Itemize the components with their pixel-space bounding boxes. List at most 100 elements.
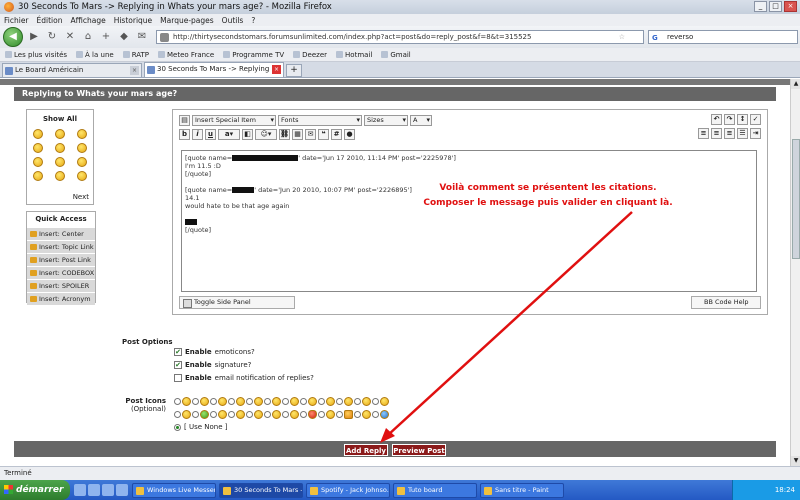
search-engine-icon[interactable]: G — [652, 32, 658, 44]
post-icon-option[interactable] — [228, 410, 246, 419]
menu-edition[interactable]: Édition — [37, 16, 63, 25]
quicklaunch-icon[interactable] — [102, 484, 114, 496]
list-icon[interactable]: ☰ — [737, 128, 748, 139]
post-icon-radio[interactable] — [228, 411, 235, 418]
tab-replying[interactable]: 30 Seconds To Mars -> Replying i... × — [144, 62, 284, 77]
align-right-icon[interactable]: ≡ — [724, 128, 735, 139]
bookmark-hotmail[interactable]: Hotmail — [336, 51, 372, 59]
post-icon-radio[interactable] — [336, 411, 343, 418]
special-item-select[interactable]: Insert Special Item — [192, 114, 276, 126]
post-icon-radio[interactable] — [174, 398, 181, 405]
maximize-button[interactable]: □ — [769, 1, 782, 12]
scroll-down-icon[interactable]: ▼ — [791, 456, 800, 466]
next-link[interactable]: Next — [73, 193, 89, 201]
search-bar[interactable]: G reverso — [648, 30, 798, 44]
tab-board-americain[interactable]: Le Board Américain × — [2, 63, 142, 77]
post-icon-option[interactable] — [192, 410, 210, 419]
post-icon-option[interactable] — [210, 410, 228, 419]
taskbar-item-firefox[interactable]: 30 Seconds To Mars -... — [219, 482, 303, 498]
post-icon-radio[interactable] — [192, 411, 199, 418]
post-icon-radio[interactable] — [336, 398, 343, 405]
post-icon-option[interactable] — [336, 397, 354, 406]
quicklaunch-icon[interactable] — [88, 484, 100, 496]
post-icon-radio[interactable] — [300, 411, 307, 418]
star-icon[interactable]: ☆ — [619, 31, 625, 43]
post-icon-option[interactable] — [174, 397, 192, 406]
message-textarea[interactable]: [quote name= ' date='Jun 17 2010, 11:14 P… — [181, 150, 757, 292]
scroll-thumb[interactable] — [792, 139, 800, 259]
editor-mode-icon[interactable]: ▤ — [179, 114, 190, 126]
enable-emoticons-option[interactable]: ✔ Enable emoticons? — [174, 347, 255, 357]
smiley-icon[interactable] — [77, 143, 87, 153]
align-center-icon[interactable]: ≡ — [711, 128, 722, 139]
bookmark-programme-tv[interactable]: Programme TV — [223, 51, 284, 59]
home-icon[interactable]: ⌂ — [81, 30, 95, 44]
post-icon-radio[interactable] — [174, 411, 181, 418]
code-icon[interactable]: # — [331, 128, 342, 140]
redo-icon[interactable]: ↷ — [724, 114, 735, 125]
link-icon[interactable]: ⛓ — [279, 128, 290, 140]
post-icon-option[interactable] — [192, 397, 210, 406]
smiley-icon[interactable] — [55, 129, 65, 139]
email-icon[interactable]: ✉ — [135, 30, 149, 44]
post-icon-radio[interactable] — [282, 411, 289, 418]
post-icon-radio[interactable] — [210, 398, 217, 405]
url-bar[interactable]: http://thirtysecondstomars.forumsunlimit… — [156, 30, 644, 44]
enable-signature-option[interactable]: ✔ Enable signature? — [174, 360, 251, 370]
post-icon-option[interactable] — [336, 410, 354, 419]
post-icon-option[interactable] — [264, 397, 282, 406]
start-button[interactable]: démarrer — [0, 480, 70, 500]
bold-button[interactable]: b — [179, 128, 190, 140]
post-icon-radio[interactable] — [318, 398, 325, 405]
post-icon-radio[interactable] — [318, 411, 325, 418]
menu-outils[interactable]: Outils — [222, 16, 244, 25]
post-icon-radio[interactable] — [246, 398, 253, 405]
post-icon-option[interactable] — [354, 410, 372, 419]
post-icon-option[interactable] — [246, 410, 264, 419]
menu-fichier[interactable]: Fichier — [4, 16, 29, 25]
quick-insert-acronym[interactable]: Insert: Acronym — [27, 292, 95, 305]
smiley-icon[interactable] — [33, 171, 43, 181]
forward-icon[interactable]: ▶ — [27, 30, 41, 44]
emoticons-checkbox[interactable]: ✔ — [174, 348, 182, 356]
post-icon-option[interactable] — [228, 397, 246, 406]
post-icon-radio[interactable] — [246, 411, 253, 418]
color-icon[interactable]: ◧ — [242, 128, 253, 140]
post-icon-radio[interactable] — [228, 398, 235, 405]
preview-post-button[interactable]: Preview Post — [392, 444, 446, 456]
italic-button[interactable]: i — [192, 128, 203, 140]
add-reply-button[interactable]: Add Reply — [344, 444, 388, 456]
scroll-up-icon[interactable]: ▲ — [791, 79, 800, 89]
sizes-select[interactable]: Sizes — [364, 114, 408, 126]
back-button[interactable]: ◀ — [3, 27, 23, 47]
show-all-link[interactable]: Show All — [27, 115, 93, 123]
toggle-side-panel-button[interactable]: Toggle Side Panel — [179, 296, 295, 309]
smiley-icon[interactable] — [33, 129, 43, 139]
taskbar-item-tuto-board[interactable]: Tuto board — [393, 482, 477, 498]
quick-insert-spoiler[interactable]: Insert: SPOILER — [27, 279, 95, 292]
signature-checkbox[interactable]: ✔ — [174, 361, 182, 369]
smiley-icon[interactable] — [77, 171, 87, 181]
new-tab-button[interactable]: + — [286, 64, 302, 77]
taskbar-item-paint[interactable]: Sans titre - Paint — [480, 482, 564, 498]
bookmark-gmail[interactable]: Gmail — [381, 51, 410, 59]
post-icon-option[interactable] — [174, 410, 192, 419]
post-icon-option[interactable] — [210, 397, 228, 406]
close-tab-icon[interactable]: × — [272, 65, 281, 74]
post-icon-option[interactable] — [372, 410, 390, 419]
post-icon-option[interactable] — [282, 397, 300, 406]
quick-insert-post-link[interactable]: Insert: Post Link — [27, 253, 95, 266]
smiley-icon[interactable] — [33, 143, 43, 153]
menu-historique[interactable]: Historique — [114, 16, 152, 25]
post-icon-radio[interactable] — [300, 398, 307, 405]
smiley-icon[interactable] — [77, 129, 87, 139]
menu-marque-pages[interactable]: Marque-pages — [160, 16, 214, 25]
bookmark-headlines[interactable]: À la une — [76, 51, 114, 59]
post-icon-option[interactable] — [372, 397, 390, 406]
post-icon-option[interactable] — [264, 410, 282, 419]
post-icon-radio[interactable] — [372, 411, 379, 418]
post-icon-option[interactable] — [318, 410, 336, 419]
font-color-select[interactable]: A — [410, 114, 432, 126]
strike-select-icon[interactable]: a▾ — [218, 128, 240, 140]
bookmark-most-visited[interactable]: Les plus visités — [5, 51, 67, 59]
